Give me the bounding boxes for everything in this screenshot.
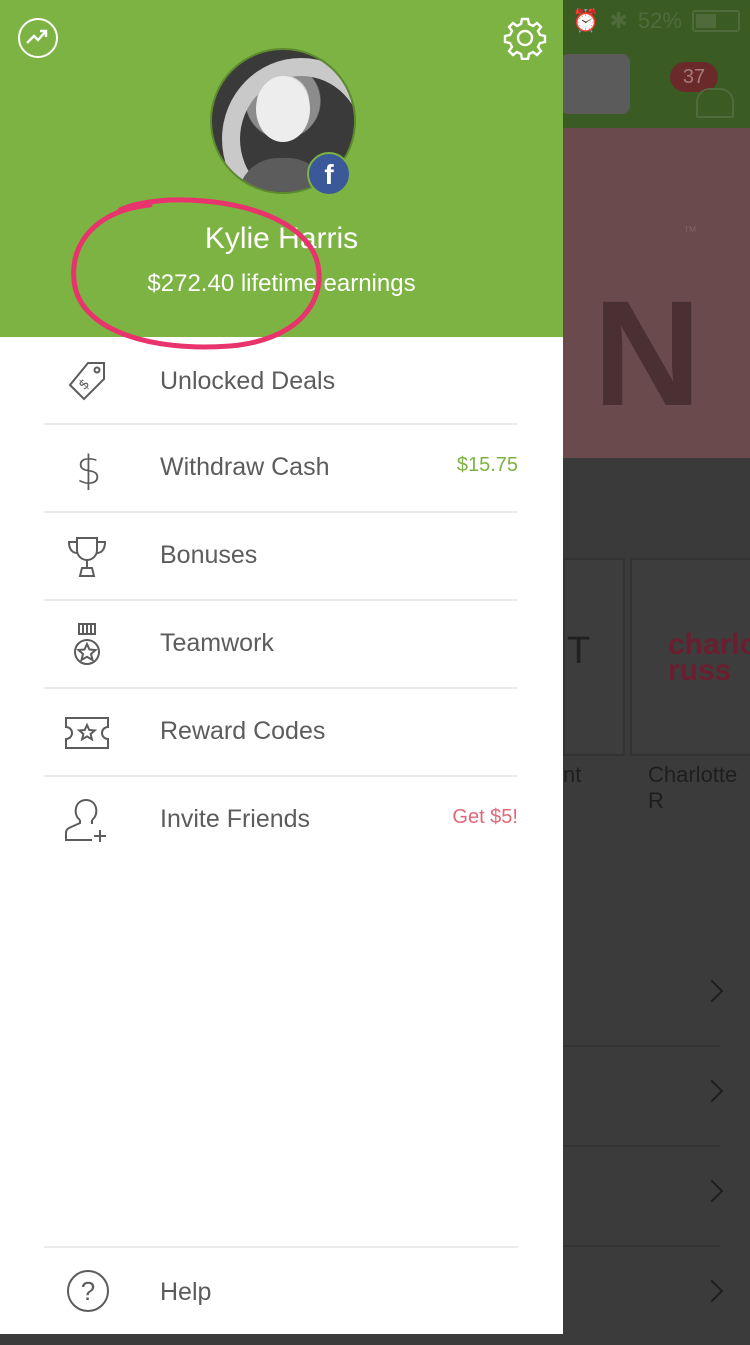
background-spacer: [563, 458, 750, 558]
menu-item-withdraw-cash[interactable]: $ Withdraw Cash $15.75: [44, 425, 518, 513]
user-name: Kylie Harris: [204, 222, 359, 255]
menu-item-teamwork[interactable]: Teamwork: [44, 601, 518, 689]
side-drawer: f Kylie Harris $272.40 lifetime earnings…: [0, 0, 563, 1334]
background-list-row[interactable]: [563, 1247, 724, 1345]
menu-label: Unlocked Deals: [160, 367, 336, 395]
menu-item-bonuses[interactable]: Bonuses: [44, 513, 518, 601]
store-card[interactable]: T: [563, 558, 625, 756]
bluetooth-icon: ✱: [609, 8, 628, 33]
price-tag-icon: $: [68, 362, 105, 401]
background-banner[interactable]: N ™: [563, 128, 750, 458]
menu-label: Reward Codes: [160, 717, 326, 745]
add-friend-icon: [65, 798, 106, 842]
background-list-row[interactable]: [563, 1047, 724, 1147]
battery-icon: [691, 10, 740, 32]
trending-icon[interactable]: [18, 18, 58, 58]
bell-icon[interactable]: [696, 88, 734, 118]
store-caption: Charlotte R: [648, 762, 738, 813]
store-caption: nt: [563, 762, 582, 787]
status-bar: ⏰ ✱ 52%: [572, 8, 740, 34]
ticket-icon: [65, 717, 109, 749]
question-icon: ?: [67, 1270, 109, 1312]
dollar-icon: $: [76, 448, 101, 492]
menu-label: Withdraw Cash: [160, 453, 330, 481]
menu-item-help[interactable]: ? Help: [44, 1248, 518, 1334]
medal-icon: [74, 623, 100, 665]
store-logo: T: [567, 630, 591, 672]
menu-label: Invite Friends: [160, 805, 311, 833]
withdraw-balance: $15.75: [456, 454, 518, 476]
trademark-mark: ™: [683, 223, 697, 239]
banner-logo: N: [593, 269, 702, 437]
drawer-menu: $ Unlocked Deals $ Withdraw Cash $15.75: [44, 337, 518, 863]
chevron-right-icon: [700, 979, 724, 1003]
chevron-right-icon: [700, 1079, 724, 1103]
invite-reward: Get $5!: [452, 806, 518, 828]
menu-item-reward-codes[interactable]: Reward Codes: [44, 689, 518, 777]
svg-text:$: $: [76, 376, 94, 394]
menu-label: Bonuses: [160, 541, 258, 569]
background-list-row[interactable]: [563, 947, 724, 1047]
profile-header: f Kylie Harris $272.40 lifetime earnings: [0, 0, 563, 337]
trophy-icon: [67, 537, 107, 577]
chevron-right-icon: [700, 1179, 724, 1203]
facebook-icon: f: [307, 152, 351, 196]
background-list-row[interactable]: [563, 1147, 724, 1247]
gear-icon[interactable]: [503, 16, 547, 61]
alarm-icon: ⏰: [572, 8, 600, 33]
background-search-field[interactable]: [560, 54, 630, 114]
lifetime-earnings: $272.40 lifetime earnings: [147, 270, 416, 297]
store-card[interactable]: charlo russ: [630, 558, 750, 756]
store-logo: charlo russ: [668, 628, 750, 687]
menu-item-unlocked-deals[interactable]: $ Unlocked Deals: [44, 337, 518, 425]
svg-text:$: $: [76, 448, 101, 492]
chevron-right-icon: [700, 1279, 724, 1303]
avatar-face: [256, 76, 310, 142]
menu-label: Teamwork: [160, 629, 274, 657]
menu-label: Help: [160, 1278, 212, 1306]
battery-percent: 52%: [637, 8, 682, 33]
menu-item-invite-friends[interactable]: Invite Friends Get $5!: [44, 777, 518, 863]
